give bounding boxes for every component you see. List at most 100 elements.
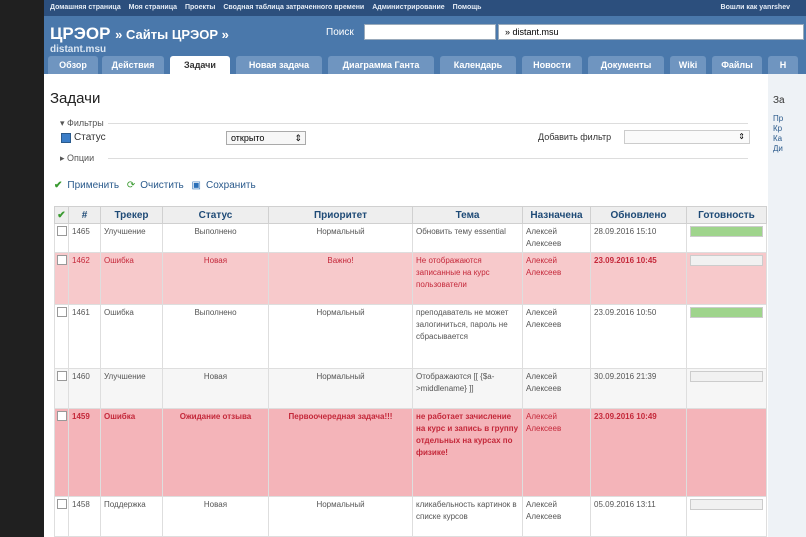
tab-gantt[interactable]: Диаграмма Ганта bbox=[328, 56, 434, 74]
sidebar-link[interactable]: Кр bbox=[773, 124, 806, 134]
apply-link[interactable]: Применить bbox=[67, 180, 119, 191]
issue-priority: Нормальный bbox=[268, 304, 413, 369]
issue-subject[interactable]: кликабельность картинок в списке курсов bbox=[412, 496, 523, 537]
issue-status: Ожидание отзыва bbox=[162, 408, 269, 497]
link-home[interactable]: Домашняя страница bbox=[50, 4, 121, 11]
col-updated[interactable]: Обновлено bbox=[590, 206, 687, 224]
col-assignee[interactable]: Назначена bbox=[522, 206, 591, 224]
issue-priority: Нормальный bbox=[268, 368, 413, 409]
col-status[interactable]: Статус bbox=[162, 206, 269, 224]
table-row[interactable]: 1465 Улучшение Выполнено Нормальный Обно… bbox=[54, 223, 767, 253]
issue-tracker: Улучшение bbox=[100, 368, 163, 409]
tab-calendar[interactable]: Календарь bbox=[440, 56, 516, 74]
col-subject[interactable]: Тема bbox=[412, 206, 523, 224]
filters-divider bbox=[108, 123, 748, 124]
options-toggle[interactable]: ▸ Опции bbox=[60, 153, 94, 164]
row-checkbox[interactable] bbox=[54, 496, 69, 537]
issues-table: ✔ # Трекер Статус Приоритет Тема Назначе… bbox=[54, 206, 767, 537]
table-row[interactable]: 1459 Ошибка Ожидание отзыва Первоочередн… bbox=[54, 408, 767, 497]
tab-overview[interactable]: Обзор bbox=[48, 56, 98, 74]
refresh-icon: ⟳ bbox=[126, 180, 136, 191]
col-id[interactable]: # bbox=[68, 206, 101, 224]
search-input[interactable] bbox=[364, 24, 496, 40]
issue-subject[interactable]: не работает зачисление на курс и запись … bbox=[412, 408, 523, 497]
clear-link[interactable]: Очистить bbox=[140, 180, 184, 191]
col-done[interactable]: Готовность bbox=[686, 206, 767, 224]
progress-bar bbox=[690, 371, 763, 382]
issue-id[interactable]: 1459 bbox=[68, 408, 101, 497]
sidebar-link[interactable]: Ди bbox=[773, 144, 806, 154]
sidebar-link[interactable]: Ка bbox=[773, 134, 806, 144]
issue-subject[interactable]: Отображаются [[ {$a->middlename} ]] bbox=[412, 368, 523, 409]
table-row[interactable]: 1458 Поддержка Новая Нормальный кликабел… bbox=[54, 496, 767, 537]
col-tracker[interactable]: Трекер bbox=[100, 206, 163, 224]
tab-new-issue[interactable]: Новая задача bbox=[236, 56, 322, 74]
tab-wiki[interactable]: Wiki bbox=[670, 56, 706, 74]
issue-progress bbox=[686, 252, 767, 305]
issue-progress bbox=[686, 304, 767, 369]
issue-tracker: Улучшение bbox=[100, 223, 163, 253]
issue-assignee[interactable]: Алексей Алексеев bbox=[522, 368, 591, 409]
project-tabs: Обзор Действия Задачи Новая задача Диагр… bbox=[44, 54, 806, 74]
issue-priority: Важно! bbox=[268, 252, 413, 305]
issue-assignee[interactable]: Алексей Алексеев bbox=[522, 252, 591, 305]
issue-tracker: Ошибка bbox=[100, 304, 163, 369]
tab-documents[interactable]: Документы bbox=[588, 56, 664, 74]
table-row[interactable]: 1460 Улучшение Новая Нормальный Отобража… bbox=[54, 368, 767, 409]
tab-more[interactable]: Н bbox=[768, 56, 798, 74]
issue-id[interactable]: 1462 bbox=[68, 252, 101, 305]
save-link[interactable]: Сохранить bbox=[206, 180, 256, 191]
site-title[interactable]: ЦРЭОР bbox=[50, 24, 110, 43]
add-filter-select[interactable]: ⇕ bbox=[624, 130, 750, 144]
issue-updated: 23.09.2016 10:50 bbox=[590, 304, 687, 369]
issue-assignee[interactable]: Алексей Алексеев bbox=[522, 223, 591, 253]
issue-subject[interactable]: Обновить тему essential bbox=[412, 223, 523, 253]
table-row[interactable]: 1461 Ошибка Выполнено Нормальный препода… bbox=[54, 304, 767, 369]
issue-status: Новая bbox=[162, 496, 269, 537]
issue-status: Выполнено bbox=[162, 304, 269, 369]
link-time-report[interactable]: Сводная таблица затраченного времени bbox=[223, 4, 364, 11]
issue-assignee[interactable]: Алексей Алексеев bbox=[522, 496, 591, 537]
link-help[interactable]: Помощь bbox=[453, 4, 482, 11]
progress-bar bbox=[690, 226, 763, 237]
col-priority[interactable]: Приоритет bbox=[268, 206, 413, 224]
row-checkbox[interactable] bbox=[54, 223, 69, 253]
issue-id[interactable]: 1458 bbox=[68, 496, 101, 537]
filters-toggle[interactable]: ▾ Фильтры bbox=[60, 118, 104, 129]
link-projects[interactable]: Проекты bbox=[185, 4, 215, 11]
query-actions: ✔ Применить ⟳ Очистить ▣ Сохранить bbox=[54, 180, 261, 191]
project-jump-select[interactable]: » distant.msu bbox=[498, 24, 804, 40]
row-checkbox[interactable] bbox=[54, 304, 69, 369]
table-row[interactable]: 1462 Ошибка Новая Важно! Не отображаются… bbox=[54, 252, 767, 305]
issue-subject[interactable]: преподаватель не может залогиниться, пар… bbox=[412, 304, 523, 369]
add-filter-label: Добавить фильтр bbox=[538, 132, 612, 142]
save-icon: ▣ bbox=[191, 180, 201, 191]
issue-assignee[interactable]: Алексей Алексеев bbox=[522, 304, 591, 369]
issue-id[interactable]: 1460 bbox=[68, 368, 101, 409]
issue-subject[interactable]: Не отображаются записанные на курс польз… bbox=[412, 252, 523, 305]
status-operator-select[interactable]: открыто ⇕ bbox=[226, 131, 306, 145]
select-all-toggle[interactable]: ✔ bbox=[54, 206, 69, 224]
issue-id[interactable]: 1465 bbox=[68, 223, 101, 253]
tab-activity[interactable]: Действия bbox=[102, 56, 164, 74]
breadcrumb[interactable]: » Сайты ЦРЭОР » bbox=[115, 27, 229, 42]
row-checkbox[interactable] bbox=[54, 368, 69, 409]
sidebar-link[interactable]: Пр bbox=[773, 114, 806, 124]
row-checkbox[interactable] bbox=[54, 252, 69, 305]
row-checkbox[interactable] bbox=[54, 408, 69, 497]
link-admin[interactable]: Администрирование bbox=[372, 4, 445, 11]
project-title: ЦРЭОР » Сайты ЦРЭОР » bbox=[50, 24, 229, 44]
issue-id[interactable]: 1461 bbox=[68, 304, 101, 369]
issue-tracker: Поддержка bbox=[100, 496, 163, 537]
tab-news[interactable]: Новости bbox=[522, 56, 582, 74]
issue-assignee[interactable]: Алексей Алексеев bbox=[522, 408, 591, 497]
status-filter-checkbox[interactable] bbox=[61, 133, 71, 143]
progress-fill bbox=[691, 227, 762, 236]
link-my-page[interactable]: Моя страница bbox=[129, 4, 177, 11]
tab-files[interactable]: Файлы bbox=[712, 56, 762, 74]
status-filter-label: Статус bbox=[74, 132, 106, 143]
logged-in-as[interactable]: Вошли как yanrshev bbox=[721, 0, 790, 16]
top-menu: Домашняя страница Моя страница Проекты С… bbox=[44, 0, 806, 16]
issue-progress bbox=[686, 368, 767, 409]
tab-issues[interactable]: Задачи bbox=[170, 56, 230, 74]
